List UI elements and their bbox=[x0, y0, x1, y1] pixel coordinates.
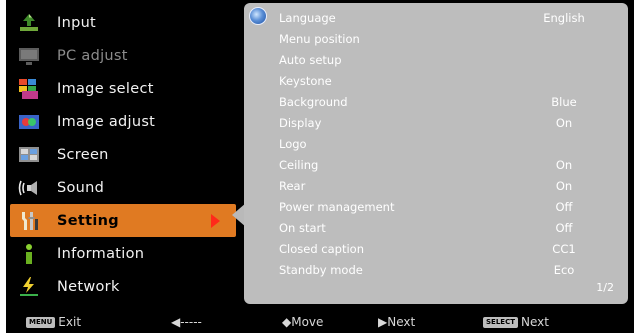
setting-label: Language bbox=[279, 11, 336, 25]
page-indicator: 1/2 bbox=[596, 281, 614, 294]
menu-item-label: Screen bbox=[57, 146, 109, 163]
setting-row-language[interactable]: Language English bbox=[244, 7, 628, 28]
setting-row-on-start[interactable]: On start Off bbox=[244, 218, 628, 238]
setting-label: Menu position bbox=[279, 32, 360, 46]
setting-label: Ceiling bbox=[279, 158, 319, 172]
setting-icon bbox=[18, 210, 40, 232]
select-hint: SELECT Next bbox=[483, 315, 549, 329]
move-hint: ◆Move bbox=[282, 315, 324, 329]
setting-label: Standby mode bbox=[279, 263, 363, 277]
pc-adjust-icon bbox=[18, 45, 40, 67]
setting-row-background[interactable]: Background Blue bbox=[244, 92, 628, 112]
menu-item-information[interactable]: Information bbox=[10, 237, 236, 270]
back-hint: ◀----- bbox=[171, 315, 202, 329]
menu-item-input[interactable]: Input bbox=[10, 6, 236, 39]
setting-row-standby-mode[interactable]: Standby mode Eco bbox=[244, 260, 628, 280]
image-select-icon bbox=[18, 78, 40, 100]
osd-menu: Input PC adjust Image select Image adjus… bbox=[6, 0, 634, 333]
network-icon bbox=[18, 276, 40, 298]
setting-value: Off bbox=[555, 221, 573, 235]
menu-item-setting[interactable]: Setting bbox=[10, 204, 236, 237]
setting-value: Off bbox=[555, 200, 573, 214]
setting-row-power-management[interactable]: Power management Off bbox=[244, 197, 628, 217]
setting-row-keystone[interactable]: Keystone bbox=[244, 71, 628, 91]
menu-item-image-adjust[interactable]: Image adjust bbox=[10, 105, 236, 138]
setting-value: Eco bbox=[553, 263, 575, 277]
setting-label: Display bbox=[279, 116, 322, 130]
sound-icon bbox=[18, 177, 40, 199]
menu-key-badge: MENU bbox=[26, 316, 56, 328]
setting-row-auto-setup[interactable]: Auto setup bbox=[244, 50, 628, 70]
select-key-badge: SELECT bbox=[483, 316, 518, 328]
screen-icon bbox=[18, 144, 40, 166]
exit-label: Exit bbox=[58, 315, 82, 329]
submenu-arrow-icon bbox=[211, 214, 220, 228]
setting-value: CC1 bbox=[552, 242, 576, 256]
setting-label: On start bbox=[279, 221, 326, 235]
globe-icon bbox=[249, 7, 267, 25]
setting-row-rear[interactable]: Rear On bbox=[244, 176, 628, 196]
setting-row-ceiling[interactable]: Ceiling On bbox=[244, 155, 628, 175]
menu-item-screen[interactable]: Screen bbox=[10, 138, 236, 171]
setting-label: Auto setup bbox=[279, 53, 342, 67]
setting-row-logo[interactable]: Logo bbox=[244, 134, 628, 154]
select-label: Next bbox=[520, 315, 549, 329]
image-adjust-icon bbox=[18, 111, 40, 133]
menu-item-label: Image adjust bbox=[57, 113, 156, 130]
setting-label: Keystone bbox=[279, 74, 332, 88]
key-guide-bar: MENU Exit ◀----- ◆Move ▶Next SELECT Next bbox=[6, 312, 634, 333]
menu-item-label: Input bbox=[57, 14, 97, 31]
setting-submenu: Language English Menu position Auto setu… bbox=[244, 3, 628, 304]
main-menu: Input PC adjust Image select Image adjus… bbox=[6, 0, 236, 312]
menu-item-label: PC adjust bbox=[57, 47, 128, 64]
menu-item-label: Sound bbox=[57, 179, 105, 196]
menu-item-label: Network bbox=[57, 278, 120, 295]
setting-row-menu-position[interactable]: Menu position bbox=[244, 29, 628, 49]
setting-value: On bbox=[555, 158, 573, 172]
setting-value: On bbox=[555, 116, 573, 130]
menu-item-pc-adjust: PC adjust bbox=[10, 39, 236, 72]
setting-label: Background bbox=[279, 95, 348, 109]
setting-label: Rear bbox=[279, 179, 306, 193]
menu-item-image-select[interactable]: Image select bbox=[10, 72, 236, 105]
next-arrow-hint: ▶Next bbox=[378, 315, 416, 329]
setting-label: Closed caption bbox=[279, 242, 364, 256]
menu-item-label: Image select bbox=[57, 80, 154, 97]
menu-item-label: Setting bbox=[57, 212, 119, 229]
setting-row-display[interactable]: Display On bbox=[244, 113, 628, 133]
setting-label: Logo bbox=[279, 137, 307, 151]
setting-value: On bbox=[555, 179, 573, 193]
setting-label: Power management bbox=[279, 200, 395, 214]
setting-value: English bbox=[543, 11, 585, 25]
information-icon bbox=[18, 243, 40, 265]
exit-hint: MENU Exit bbox=[26, 315, 81, 329]
setting-value: Blue bbox=[551, 95, 577, 109]
input-icon bbox=[18, 12, 40, 34]
setting-row-closed-caption[interactable]: Closed caption CC1 bbox=[244, 239, 628, 259]
menu-item-network[interactable]: Network bbox=[10, 270, 236, 303]
menu-item-label: Information bbox=[57, 245, 145, 262]
menu-item-sound[interactable]: Sound bbox=[10, 171, 236, 204]
